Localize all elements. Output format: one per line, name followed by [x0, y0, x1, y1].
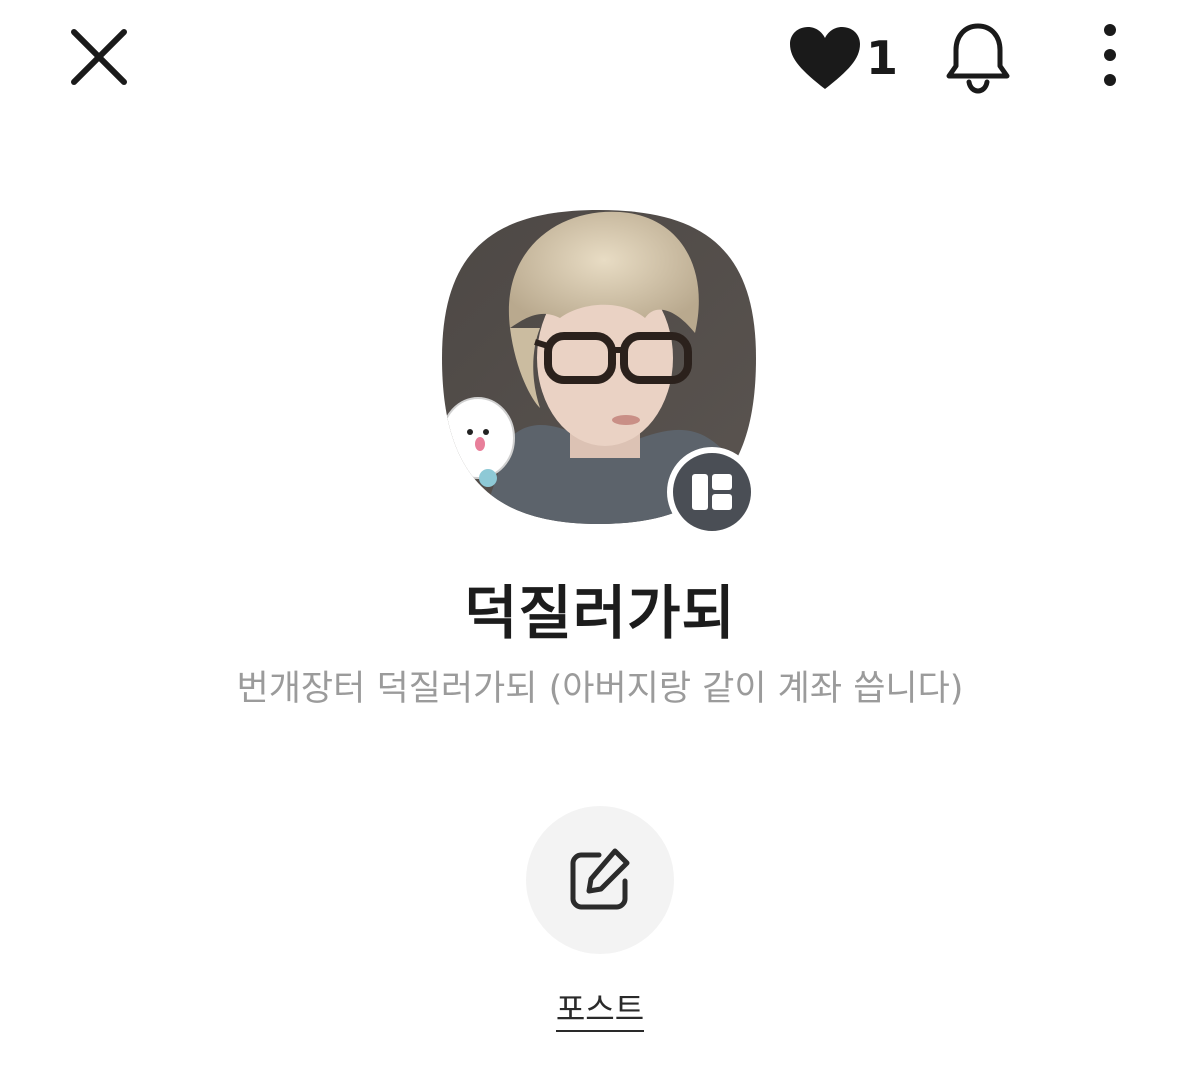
bell-icon: [946, 23, 1010, 94]
profile-name: 덕질러가되: [464, 579, 736, 647]
close-button[interactable]: [62, 22, 134, 94]
more-vertical-icon: [1104, 24, 1116, 86]
profile-avatar-container: [440, 208, 760, 537]
profile-description: 번개장터 덕질러가되 (아버지랑 같이 계좌 씁니다): [236, 669, 964, 709]
post-label[interactable]: 포스트: [0, 984, 1200, 1032]
profile-style-badge[interactable]: [664, 444, 760, 540]
like-count: 1: [866, 31, 899, 85]
post-button[interactable]: [526, 806, 674, 954]
post-label-text: 포스트: [555, 990, 645, 1032]
more-options-button[interactable]: [1086, 18, 1134, 94]
heart-icon: [790, 27, 860, 89]
layout-icon: [667, 447, 757, 537]
edit-icon: [570, 848, 630, 910]
like-button[interactable]: 1: [788, 22, 898, 94]
notification-button[interactable]: [938, 20, 1018, 96]
profile-page: 1 덕질러가되 번개장터 덕질러가되 (아버지랑 같이 계좌 씁니다) 포스트: [0, 0, 1200, 1077]
close-icon: [71, 29, 127, 85]
